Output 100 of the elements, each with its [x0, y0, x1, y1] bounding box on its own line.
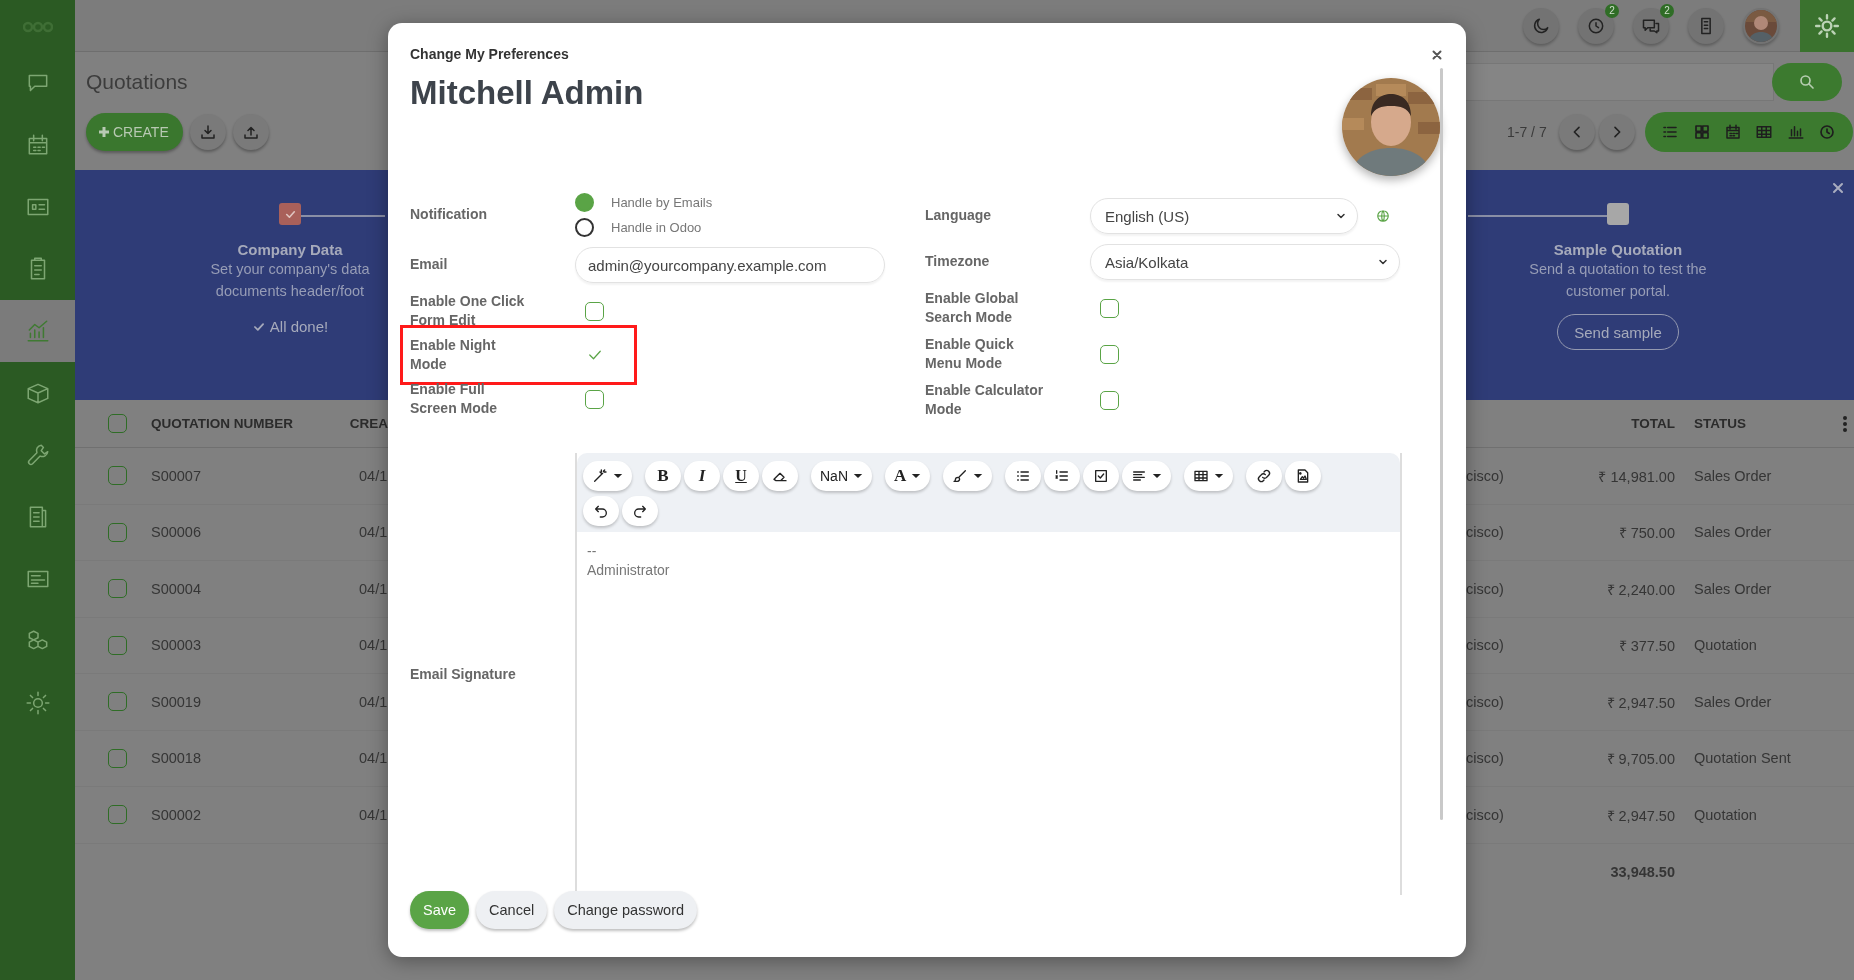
- column-header[interactable]: CREA: [349, 416, 388, 431]
- undo-icon: [593, 503, 609, 519]
- size-button[interactable]: NaN: [811, 461, 872, 491]
- underline-button[interactable]: U: [723, 461, 759, 491]
- ul-button[interactable]: [1005, 461, 1042, 491]
- pivot-view-button[interactable]: [1755, 123, 1774, 141]
- search-icon: [1798, 73, 1816, 91]
- checkbox[interactable]: [1100, 390, 1119, 410]
- magic-wand-icon: [592, 468, 608, 484]
- dialog-title: Change My Preferences: [410, 46, 569, 62]
- bold-button[interactable]: B: [645, 461, 681, 491]
- redo-button[interactable]: [622, 496, 658, 526]
- close-icon: [1830, 180, 1846, 196]
- dialog-button[interactable]: Change password: [554, 891, 698, 929]
- search-field[interactable]: [1466, 63, 1774, 101]
- next-button[interactable]: [1598, 114, 1635, 150]
- column-header[interactable]: TOTAL: [1546, 416, 1675, 431]
- checkbox[interactable]: [585, 301, 604, 321]
- row-checkbox[interactable]: [108, 805, 127, 825]
- checkbox[interactable]: [1100, 298, 1119, 318]
- italic-button[interactable]: I: [684, 461, 720, 491]
- upload-button[interactable]: [232, 114, 269, 150]
- dialog-button[interactable]: Cancel: [476, 891, 548, 929]
- step-marker: [1607, 203, 1629, 225]
- column-header[interactable]: STATUS: [1694, 416, 1834, 431]
- row-checkbox[interactable]: [108, 635, 127, 655]
- table-cell: 04/1: [359, 806, 388, 823]
- signature-text: Administrator: [587, 561, 671, 580]
- table-cell-text: S00019: [151, 693, 202, 710]
- radio-button[interactable]: [575, 218, 594, 237]
- table-cell-text: S00002: [151, 806, 202, 823]
- table-cell: 04/1: [359, 524, 388, 541]
- field-label: Enable Quick Menu Mode: [925, 334, 1015, 373]
- table-cell-text: Quotation Sent: [1694, 750, 1792, 767]
- field-label: Enable Full Screen Mode: [410, 379, 499, 418]
- activity-view-button[interactable]: [1818, 123, 1836, 141]
- ol-button[interactable]: [1044, 461, 1081, 491]
- link-button[interactable]: [1246, 461, 1283, 491]
- select-all-checkbox[interactable]: [108, 414, 127, 433]
- image-button[interactable]: [1285, 461, 1322, 491]
- download-button[interactable]: [189, 114, 226, 150]
- row-checkbox[interactable]: [108, 522, 127, 542]
- step-description: Set your company's data: [210, 260, 370, 279]
- link-icon: [1256, 468, 1273, 484]
- table-cell-text: cisco): [1466, 693, 1505, 710]
- row-checkbox[interactable]: [108, 466, 127, 486]
- align-icon: [1131, 468, 1148, 484]
- device-button[interactable]: [1688, 7, 1724, 44]
- radio-button[interactable]: [575, 193, 594, 212]
- color-button[interactable]: A: [885, 461, 931, 491]
- table-cell: 04/1: [359, 637, 388, 654]
- close-icon: [1430, 48, 1444, 62]
- checkbox[interactable]: [585, 389, 604, 409]
- align-button[interactable]: [1122, 461, 1172, 491]
- undo-button[interactable]: [583, 496, 619, 526]
- settings-button[interactable]: [1800, 0, 1854, 52]
- magic-button[interactable]: [583, 461, 632, 491]
- activity-button[interactable]: [1578, 7, 1614, 44]
- kanban-view-button[interactable]: [1692, 123, 1711, 141]
- status-text: All done!: [269, 318, 329, 335]
- brush-button[interactable]: [943, 461, 993, 491]
- night-mode-button[interactable]: [1523, 7, 1559, 44]
- more-icon[interactable]: [1843, 415, 1847, 432]
- field-label: Enable Calculator Mode: [925, 380, 1045, 419]
- row-checkbox[interactable]: [108, 692, 127, 712]
- checkbox-icon: [1093, 468, 1110, 484]
- step-description: Send a quotation to test the: [1529, 260, 1707, 279]
- table-cell-text: ₹ 9,705.00: [1605, 750, 1675, 769]
- scrollbar[interactable]: [1440, 68, 1443, 820]
- table-icon: [1193, 468, 1210, 484]
- table-cell-text: ₹ 377.50: [1617, 637, 1675, 656]
- step-title: Sample Quotation: [1553, 241, 1683, 258]
- table-cell: 04/1: [359, 750, 388, 767]
- row-checkbox[interactable]: [108, 748, 127, 768]
- numbered-list-icon: [1054, 468, 1071, 484]
- clock-icon: [1818, 123, 1836, 141]
- eraser-button[interactable]: [762, 461, 798, 491]
- messages-button[interactable]: [1633, 7, 1669, 44]
- brush-icon: [952, 468, 969, 484]
- table-cell-text: Sales Order: [1694, 580, 1773, 597]
- plus-icon: [98, 126, 110, 138]
- table-cell-text: cisco): [1466, 580, 1505, 597]
- globe-icon: [1376, 209, 1390, 223]
- close-button[interactable]: [1430, 48, 1444, 62]
- row-checkbox[interactable]: [108, 579, 127, 599]
- search-button[interactable]: [1772, 63, 1842, 101]
- table-cell: 04/1: [359, 467, 388, 484]
- table-cell: 04/1: [359, 580, 388, 597]
- checkbox[interactable]: [1100, 344, 1119, 364]
- checklist-button[interactable]: [1083, 461, 1120, 491]
- table-cell-text: S00003: [151, 637, 202, 654]
- table-cell-text: cisco): [1466, 750, 1505, 767]
- column-header[interactable]: QUOTATION NUMBER: [151, 416, 350, 431]
- calendar-view-button[interactable]: [1724, 123, 1742, 141]
- graph-view-button[interactable]: [1786, 123, 1805, 141]
- signature-editor[interactable]: B I U NaN A -- Administrator: [575, 453, 1402, 895]
- previous-button[interactable]: [1558, 114, 1595, 150]
- table-icon: [1755, 123, 1774, 141]
- table-button[interactable]: [1184, 461, 1234, 491]
- radio-label: Handle in Odoo: [611, 220, 702, 235]
